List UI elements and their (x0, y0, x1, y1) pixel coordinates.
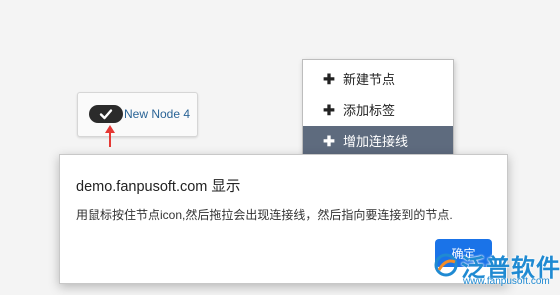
menu-item-add-label[interactable]: ✚ 添加标签 (303, 95, 453, 126)
brand-logo-icon (434, 253, 458, 277)
menu-item-label: 增加连接线 (343, 134, 409, 149)
context-menu: ✚ 新建节点 ✚ 添加标签 ✚ 增加连接线 (302, 59, 454, 157)
dialog-message: 用鼠标按住节点icon,然后拖拉会出现连接线，然后指向要连接到的节点. (76, 208, 453, 222)
plus-icon: ✚ (323, 71, 335, 87)
annotation-arrow-icon (105, 125, 115, 147)
node-drag-handle[interactable] (89, 105, 123, 123)
plus-icon: ✚ (323, 133, 335, 149)
plus-icon: ✚ (323, 102, 335, 118)
watermark-url: www.fanpusoft.com (463, 276, 550, 287)
menu-item-new-node[interactable]: ✚ 新建节点 (303, 64, 453, 95)
checkmark-icon (99, 109, 113, 120)
menu-item-label: 新建节点 (343, 72, 396, 87)
node-label: New Node 4 (124, 107, 191, 121)
menu-item-add-connector[interactable]: ✚ 增加连接线 (303, 126, 453, 157)
menu-item-label: 添加标签 (343, 103, 396, 118)
watermark: 泛普软件 www.fanpusoft.com (433, 248, 560, 292)
graph-node[interactable]: New Node 4 (77, 92, 198, 137)
dialog-title: demo.fanpusoft.com 显示 (76, 179, 241, 195)
